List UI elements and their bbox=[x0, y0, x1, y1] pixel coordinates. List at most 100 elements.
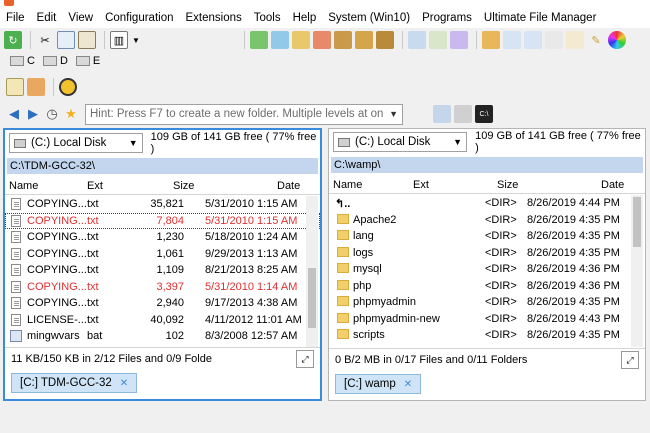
table-row[interactable]: COPYING... txt 1,109 8/21/2013 8:25 AM bbox=[5, 262, 320, 279]
view-mode-icon[interactable]: ▥ bbox=[110, 31, 128, 49]
table-row[interactable]: COPYING... txt 35,821 5/31/2010 1:15 AM bbox=[5, 196, 320, 213]
table-row[interactable]: phpmyadmin <DIR> 8/26/2019 4:35 PM bbox=[329, 294, 645, 311]
table-row[interactable]: php <DIR> 8/26/2019 4:36 PM bbox=[329, 278, 645, 295]
column-header-ext[interactable]: Ext bbox=[413, 179, 429, 191]
star-icon[interactable]: ★ bbox=[63, 106, 79, 122]
scrollbar-thumb[interactable] bbox=[308, 268, 316, 328]
right-drive-select[interactable]: (C:) Local Disk ▼ bbox=[333, 132, 468, 152]
expand-icon[interactable]: ⤢ bbox=[621, 351, 639, 369]
menu-file[interactable]: File bbox=[6, 12, 25, 24]
delete-file-icon[interactable] bbox=[313, 31, 331, 49]
column-header-date[interactable]: Date bbox=[277, 180, 300, 192]
chevron-down-icon[interactable]: ▼ bbox=[453, 137, 462, 147]
doc-three-icon[interactable] bbox=[545, 31, 563, 49]
doc-two-icon[interactable] bbox=[524, 31, 542, 49]
column-header-date[interactable]: Date bbox=[601, 179, 624, 191]
file-size: 3,397 bbox=[156, 280, 184, 293]
text-file-icon bbox=[11, 214, 21, 227]
table-row[interactable]: logs <DIR> 8/26/2019 4:35 PM bbox=[329, 245, 645, 262]
column-header-name[interactable]: Name bbox=[9, 180, 38, 192]
doc-one-icon[interactable] bbox=[503, 31, 521, 49]
cut-icon[interactable]: ✂ bbox=[36, 31, 54, 49]
chevron-down-icon[interactable]: ▼ bbox=[131, 31, 141, 49]
table-row[interactable]: COPYING... txt 7,804 5/31/2010 1:15 AM bbox=[5, 212, 320, 229]
file-name: COPYING... bbox=[27, 264, 87, 276]
left-drive-row: (C:) Local Disk ▼ 109 GB of 141 GB free … bbox=[5, 131, 320, 155]
menu-edit[interactable]: Edit bbox=[37, 12, 57, 24]
menu-extensions[interactable]: Extensions bbox=[185, 12, 241, 24]
left-current-path[interactable]: C:\TDM-GCC-32\ bbox=[7, 158, 318, 174]
search-files-icon[interactable] bbox=[408, 31, 426, 49]
table-row[interactable]: COPYING... txt 1,230 5/18/2010 1:24 AM bbox=[5, 229, 320, 246]
notepad-icon[interactable] bbox=[566, 31, 584, 49]
menu-tools[interactable]: Tools bbox=[254, 12, 281, 24]
menu-programs[interactable]: Programs bbox=[422, 12, 472, 24]
right-tab-bar: [C:] wamp ✕ bbox=[329, 370, 645, 400]
brief-view-icon[interactable] bbox=[454, 105, 472, 123]
new-file-icon[interactable] bbox=[250, 31, 268, 49]
table-row[interactable]: mysql <DIR> 8/26/2019 4:36 PM bbox=[329, 261, 645, 278]
table-row[interactable]: LICENSE-... txt 40,092 4/11/2012 11:01 AM bbox=[5, 312, 320, 329]
refresh-icon[interactable]: ↻ bbox=[4, 31, 22, 49]
scrollbar-thumb[interactable] bbox=[633, 197, 641, 247]
pen-icon[interactable]: ✎ bbox=[587, 31, 605, 49]
table-row[interactable]: ↰.. <DIR> 8/26/2019 4:44 PM bbox=[329, 195, 645, 212]
move-file-icon[interactable] bbox=[292, 31, 310, 49]
drive-button-d[interactable]: D bbox=[42, 55, 68, 67]
right-file-panel[interactable]: (C:) Local Disk ▼ 109 GB of 141 GB free … bbox=[328, 128, 646, 401]
archive-icon[interactable] bbox=[334, 31, 352, 49]
copy-file-icon[interactable] bbox=[271, 31, 289, 49]
unpack-icon[interactable] bbox=[376, 31, 394, 49]
right-current-path[interactable]: C:\wamp\ bbox=[331, 157, 643, 173]
folder-sync-icon[interactable] bbox=[482, 31, 500, 49]
menu-ultimate-file-manager[interactable]: Ultimate File Manager bbox=[484, 12, 596, 24]
left-file-panel[interactable]: (C:) Local Disk ▼ 109 GB of 141 GB free … bbox=[3, 128, 322, 401]
right-vertical-scrollbar[interactable] bbox=[631, 195, 643, 347]
drive-button-c[interactable]: C bbox=[10, 55, 35, 67]
command-line-input[interactable]: Hint: Press F7 to create a new folder. M… bbox=[85, 103, 403, 125]
left-vertical-scrollbar[interactable] bbox=[306, 196, 318, 348]
table-row[interactable]: mingwvars bat 102 8/3/2008 12:57 AM bbox=[5, 328, 320, 345]
chevron-down-icon[interactable]: ▼ bbox=[389, 109, 398, 119]
column-header-name[interactable]: Name bbox=[333, 179, 362, 191]
table-row[interactable]: COPYING... txt 3,397 5/31/2010 1:14 AM bbox=[5, 279, 320, 296]
column-header-size[interactable]: Size bbox=[497, 179, 518, 191]
table-row[interactable]: COPYING... txt 1,061 9/29/2013 1:13 AM bbox=[5, 246, 320, 263]
table-row[interactable]: lang <DIR> 8/26/2019 4:35 PM bbox=[329, 228, 645, 245]
table-row[interactable]: Apache2 <DIR> 8/26/2019 4:35 PM bbox=[329, 212, 645, 229]
tab-wamp[interactable]: [C:] wamp ✕ bbox=[335, 374, 422, 394]
plugin-icon[interactable] bbox=[59, 78, 77, 96]
drive-button-e[interactable]: E bbox=[75, 55, 100, 67]
menu-configuration[interactable]: Configuration bbox=[105, 12, 173, 24]
menu-help[interactable]: Help bbox=[293, 12, 317, 24]
left-column-headers: Name Ext Size Date bbox=[5, 177, 320, 195]
color-wheel-icon[interactable] bbox=[608, 31, 626, 49]
left-drive-select[interactable]: (C:) Local Disk ▼ bbox=[9, 133, 143, 153]
menu-system[interactable]: System (Win10) bbox=[328, 12, 410, 24]
edit-file-icon[interactable] bbox=[429, 31, 447, 49]
copy-icon[interactable] bbox=[57, 31, 75, 49]
table-row[interactable]: phpmyadmin-new <DIR> 8/26/2019 4:43 PM bbox=[329, 311, 645, 328]
tab-tdm-gcc-32[interactable]: [C:] TDM-GCC-32 ✕ bbox=[11, 373, 138, 393]
history-icon[interactable]: ◷ bbox=[44, 106, 60, 122]
chevron-down-icon[interactable]: ▼ bbox=[129, 138, 138, 148]
notes-icon[interactable] bbox=[6, 78, 24, 96]
table-row[interactable]: scripts <DIR> 8/26/2019 4:35 PM bbox=[329, 327, 645, 344]
forward-arrow-icon[interactable]: ▶ bbox=[25, 106, 41, 122]
pack-icon[interactable] bbox=[355, 31, 373, 49]
close-icon[interactable]: ✕ bbox=[120, 378, 128, 389]
paste-icon[interactable] bbox=[78, 31, 96, 49]
table-row[interactable]: COPYING... txt 2,940 9/17/2013 4:38 AM bbox=[5, 295, 320, 312]
toolbar-separator bbox=[402, 31, 403, 49]
close-icon[interactable]: ✕ bbox=[404, 379, 412, 390]
column-header-ext[interactable]: Ext bbox=[87, 180, 103, 192]
multi-rename-icon[interactable] bbox=[27, 78, 45, 96]
document-view-icon[interactable] bbox=[433, 105, 451, 123]
back-arrow-icon[interactable]: ◀ bbox=[6, 106, 22, 122]
expand-icon[interactable]: ⤢ bbox=[296, 350, 314, 368]
menu-view[interactable]: View bbox=[68, 12, 93, 24]
right-status-text: 0 B/2 MB in 0/17 Files and 0/11 Folders bbox=[335, 353, 528, 366]
terminal-icon[interactable]: C:\ bbox=[475, 105, 493, 123]
compare-icon[interactable] bbox=[450, 31, 468, 49]
column-header-size[interactable]: Size bbox=[173, 180, 194, 192]
